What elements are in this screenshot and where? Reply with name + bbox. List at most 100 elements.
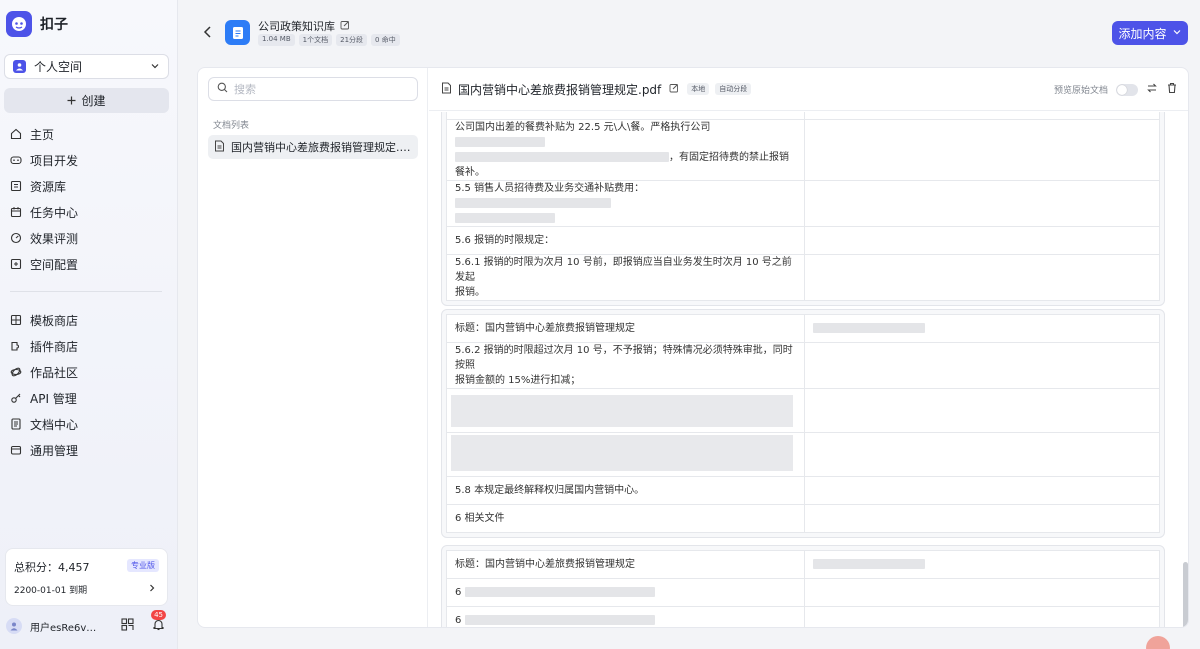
community-icon	[10, 367, 22, 377]
kb-docs-tag: 1个文档	[298, 34, 333, 46]
api-icon	[11, 393, 21, 403]
nav-label: 模板商店	[30, 313, 79, 328]
segment-card[interactable]: 标题：国内营销中心差旅费报销管理规定 6 6	[441, 545, 1165, 627]
search-box[interactable]	[208, 77, 418, 101]
brand-name: 扣子	[40, 17, 68, 33]
segment-text: 6 相关文件	[455, 513, 505, 524]
nav-item-docs[interactable]: 文档中心	[4, 411, 169, 437]
edit-icon[interactable]	[669, 82, 679, 96]
chevron-down-icon	[150, 60, 160, 74]
avatar[interactable]	[6, 618, 22, 634]
nav-label: 文档中心	[30, 417, 79, 432]
person-icon	[13, 60, 26, 73]
add-content-button[interactable]: 添加内容	[1112, 21, 1188, 45]
nav-item-space-config[interactable]: 空间配置	[4, 251, 169, 277]
space-select[interactable]: 个人空间	[4, 54, 169, 79]
nav-item-library[interactable]: 资源库	[4, 173, 169, 199]
kb-title: 公司政策知识库	[258, 20, 335, 33]
points-total: 总积分：4,457	[14, 561, 90, 574]
nav-item-tasks[interactable]: 任务中心	[4, 199, 169, 225]
create-button[interactable]: 创建	[4, 88, 169, 113]
preview-toggle[interactable]	[1116, 83, 1138, 96]
gauge-icon	[10, 232, 22, 244]
library-icon	[10, 180, 22, 192]
nav-item-plugin-store[interactable]: 插件商店	[4, 333, 169, 359]
nav-item-api[interactable]: API 管理	[4, 385, 169, 411]
source-tag: 本地	[687, 83, 710, 95]
redacted-text	[455, 152, 669, 162]
preview-label: 预览原始文档	[1053, 86, 1108, 96]
table-row: 标题：国内营销中心差旅费报销管理规定	[446, 550, 1160, 579]
segment-text: 5.5 销售人员招待费及业务交通补贴费用：	[455, 183, 645, 194]
scrollbar[interactable]	[1183, 562, 1188, 627]
add-content-label: 添加内容	[1118, 26, 1167, 41]
table-row	[446, 432, 1160, 477]
nav-item-template-store[interactable]: 模板商店	[4, 307, 169, 333]
nav-secondary: 模板商店 插件商店 作品社区 API 管理 文档中心 通用管理	[4, 307, 169, 463]
nav-label: 任务中心	[30, 205, 79, 220]
segment-text: 5.6.2 报销的时限超过次月 10 号，不予报销；特殊情况必须特殊审批，同时按…	[455, 345, 793, 371]
segment-mode-tag: 自动分段	[715, 83, 752, 95]
kb-title-row: 公司政策知识库	[258, 18, 350, 34]
edit-icon[interactable]	[340, 20, 350, 33]
nav-item-evaluation[interactable]: 效果评测	[4, 225, 169, 251]
document-list-pane: 文档列表 国内营销中心差旅费报销管理规定.pdf	[198, 68, 428, 627]
home-icon	[10, 128, 22, 140]
space-name: 个人空间	[34, 60, 83, 74]
plus-icon	[67, 94, 76, 108]
nav-label: API 管理	[30, 391, 77, 406]
nav-label: 主页	[30, 127, 55, 142]
bell-icon[interactable]: 45	[151, 610, 166, 634]
notification-badge: 45	[151, 610, 166, 620]
redacted-text	[455, 198, 611, 208]
file-icon	[441, 82, 452, 97]
file-icon	[214, 140, 225, 155]
chevron-right-icon	[147, 582, 157, 596]
segment-title: 标题：国内营销中心差旅费报销管理规定	[455, 559, 635, 570]
redacted-text	[813, 559, 925, 569]
content-header: 国内营销中心差旅费报销管理规定.pdf 本地 自动分段 预览原始文档	[429, 68, 1188, 111]
table-row: 公司国内出差的餐费补贴为 22.5 元\人\餐。严格执行公司 ，有固定招待费的禁…	[446, 119, 1160, 181]
table-row	[446, 388, 1160, 433]
nav-label: 效果评测	[30, 231, 79, 246]
nav-item-general-admin[interactable]: 通用管理	[4, 437, 169, 463]
segment-card[interactable]: 标题：国内营销中心差旅费报销管理规定 5.6.2 报销的时限超过次月 10 号，…	[441, 309, 1165, 538]
nav-item-home[interactable]: 主页	[4, 121, 169, 147]
doc-list-item[interactable]: 国内营销中心差旅费报销管理规定.pdf	[208, 135, 418, 159]
user-name[interactable]: 用户esRe6v@...	[30, 619, 100, 634]
segment-text: 5.6 报销的时限规定：	[455, 235, 555, 246]
gamepad-icon	[10, 156, 22, 165]
qr-scan-icon[interactable]	[121, 618, 134, 634]
nav-label: 资源库	[30, 179, 67, 194]
nav-item-projects[interactable]: 项目开发	[4, 147, 169, 173]
redacted-text	[465, 587, 656, 597]
settings-icon	[10, 445, 22, 455]
nav-label: 作品社区	[30, 365, 79, 380]
user-row: 用户esRe6v@... 45	[6, 610, 171, 636]
points-card[interactable]: 总积分：4,457 专业版 2200-01-01 到期	[5, 548, 168, 606]
chevron-down-icon	[1172, 26, 1182, 40]
swap-icon[interactable]	[1146, 82, 1158, 97]
nav-item-community[interactable]: 作品社区	[4, 359, 169, 385]
back-arrow-icon[interactable]	[202, 25, 214, 42]
kb-tags: 1.04 MB 1个文档 21分段 0 命中	[258, 34, 400, 46]
search-input[interactable]	[234, 82, 404, 96]
brand[interactable]: 扣子	[6, 10, 68, 38]
nav-label: 项目开发	[30, 153, 79, 168]
segment-text: 报销。	[455, 287, 485, 298]
nav-primary: 主页 项目开发 资源库 任务中心 效果评测 空间配置	[4, 121, 169, 277]
table-row: 6	[446, 578, 1160, 607]
segment-text: 5.6.1 报销的时限为次月 10 号前，即报销应当自业务发生时次月 10 号之…	[455, 257, 792, 283]
trash-icon[interactable]	[1166, 82, 1178, 97]
segment-title: 标题：国内营销中心差旅费报销管理规定	[455, 323, 635, 334]
segment-card[interactable]: 公司国内出差的餐费补贴为 22.5 元\人\餐。严格执行公司 ，有固定招待费的禁…	[441, 112, 1165, 306]
table-row: 5.8 本规定最终解释权归属国内营销中心。	[446, 476, 1160, 505]
redacted-block	[451, 435, 793, 471]
table-row: 标题：国内营销中心差旅费报销管理规定	[446, 314, 1160, 343]
segment-text: 5.8 本规定最终解释权归属国内营销中心。	[455, 485, 645, 496]
table-row: 5.6.1 报销的时限为次月 10 号前，即报销应当自业务发生时次月 10 号之…	[446, 254, 1160, 301]
segments-scroll-area[interactable]: 公司国内出差的餐费补贴为 22.5 元\人\餐。严格执行公司 ，有固定招待费的禁…	[429, 112, 1188, 627]
redacted-text	[455, 213, 555, 223]
segment-table: 公司国内出差的餐费补贴为 22.5 元\人\餐。严格执行公司 ，有固定招待费的禁…	[446, 112, 1160, 301]
segment-text: 餐补。	[455, 167, 485, 178]
